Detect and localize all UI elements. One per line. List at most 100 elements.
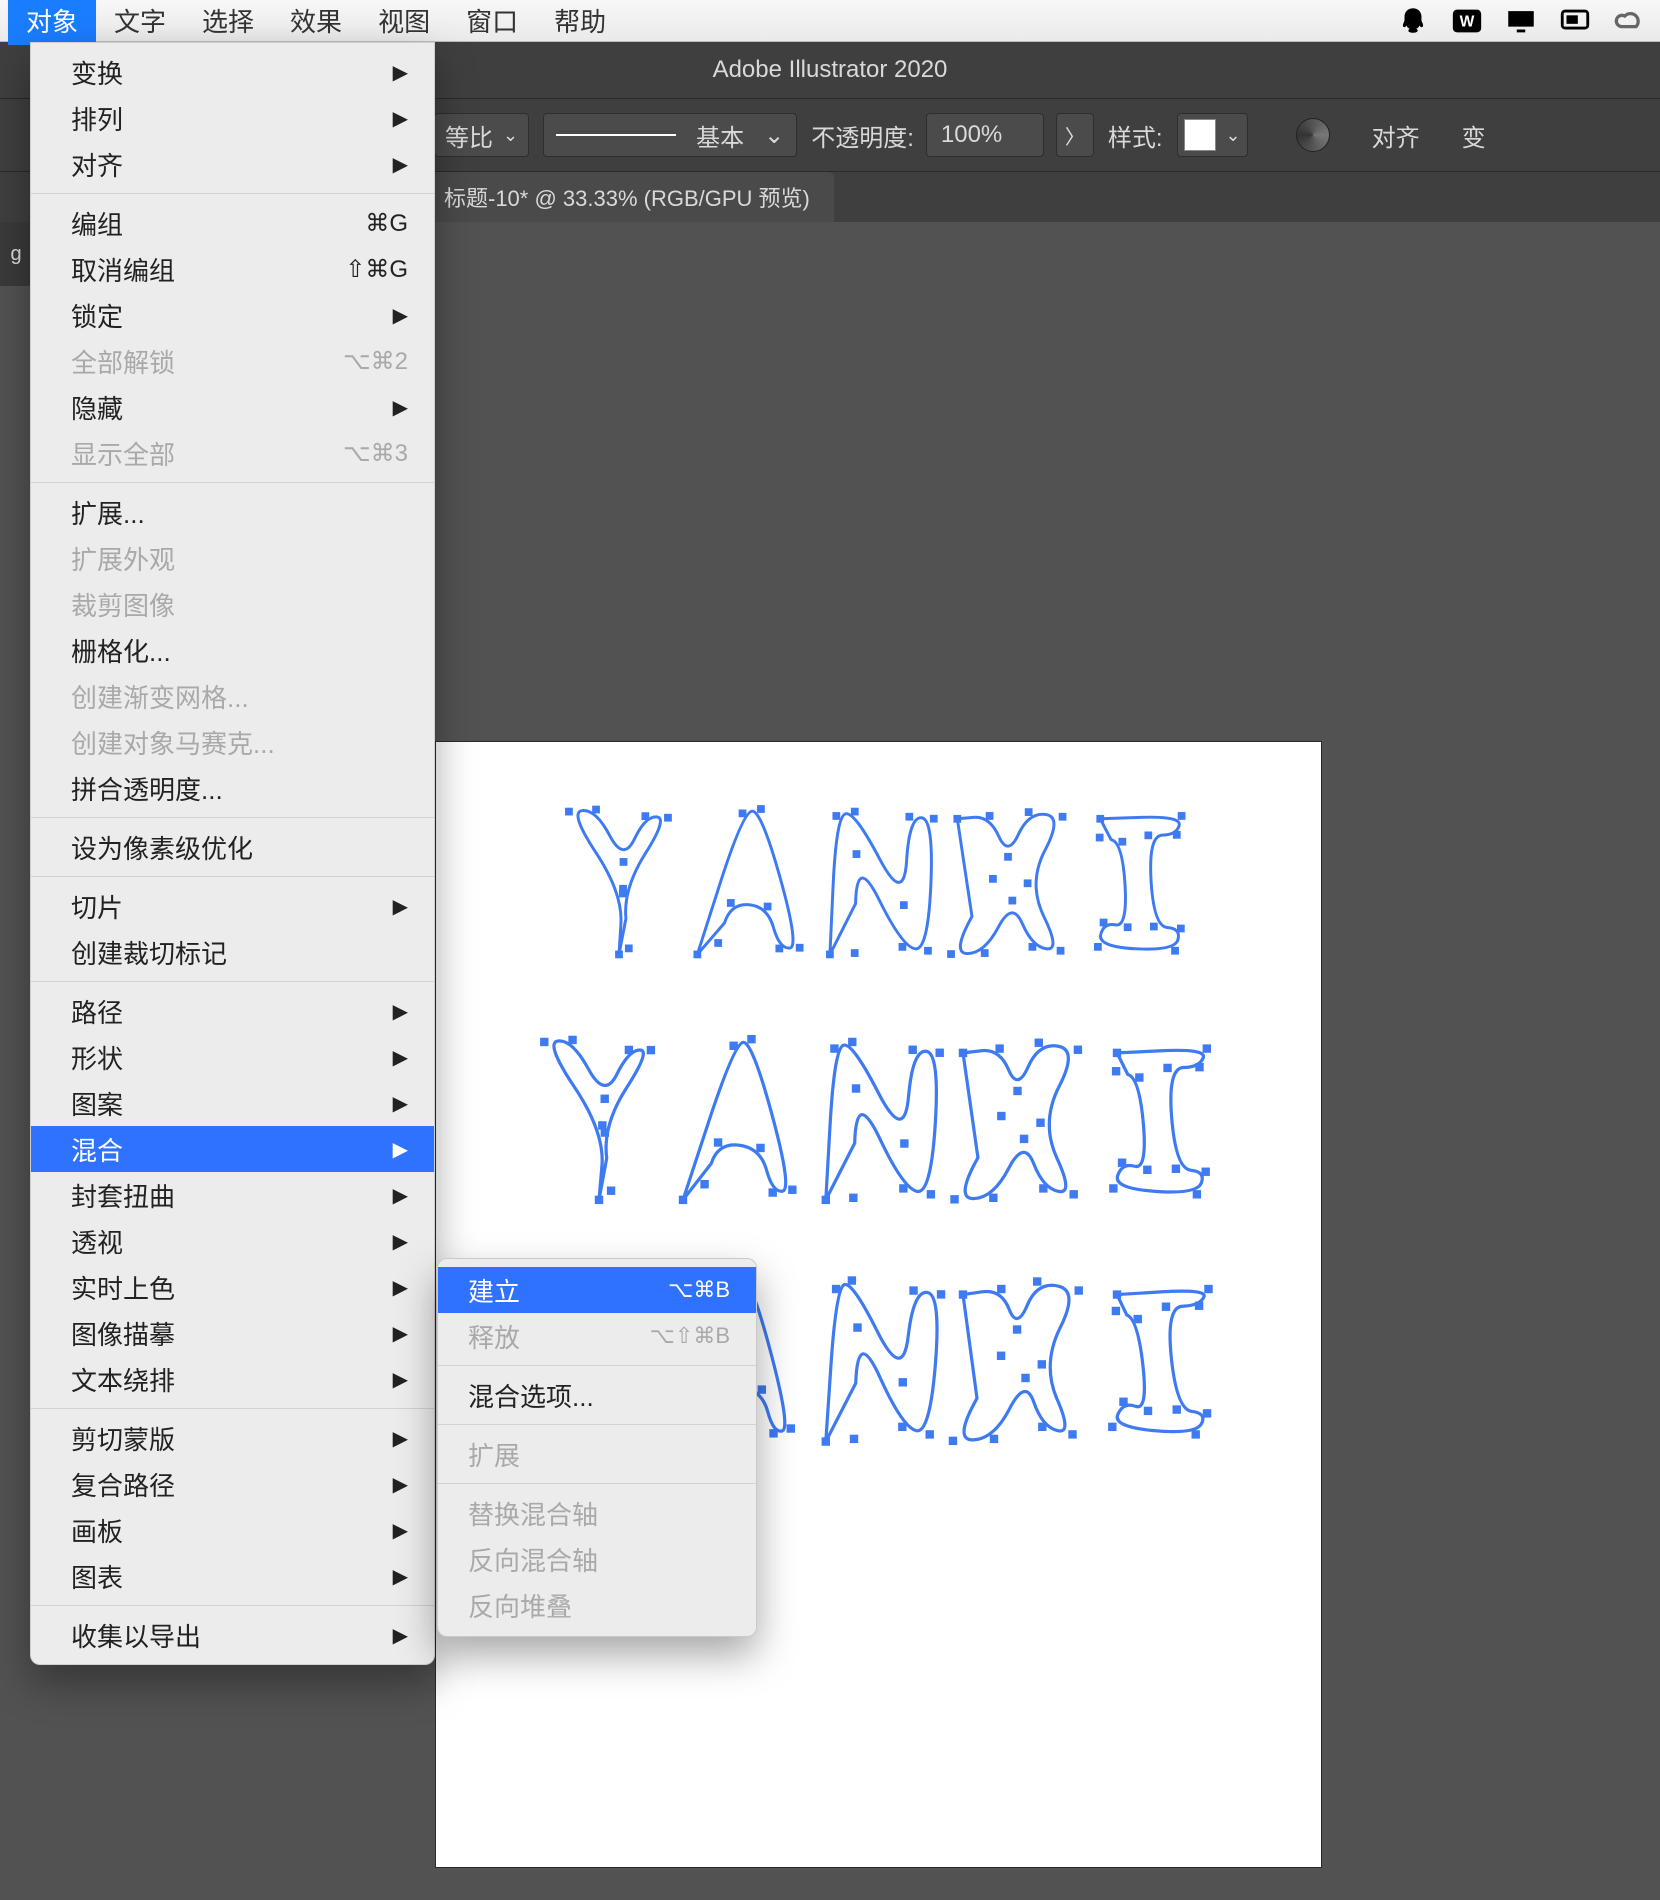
menu-item-label: 排列 <box>71 100 123 137</box>
menu-item-实时上色[interactable]: 实时上色▶ <box>31 1264 434 1310</box>
menu-item-label: 扩展外观 <box>71 540 175 577</box>
monitor-icon[interactable] <box>1504 7 1538 35</box>
submenu-item-label: 反向混合轴 <box>468 1541 598 1578</box>
menubar-item-object[interactable]: 对象 <box>8 0 96 45</box>
artwork-letter-I[interactable] <box>1074 802 1204 957</box>
menu-item-label: 全部解锁 <box>71 343 175 380</box>
menu-item-收集以导出[interactable]: 收集以导出▶ <box>31 1612 434 1658</box>
menu-item-label: 图像描摹 <box>71 1315 175 1352</box>
artwork-letter-X[interactable] <box>949 1272 1089 1442</box>
submenu-arrow-icon: ▶ <box>393 1229 408 1254</box>
submenu-item-混合选项...[interactable]: 混合选项... <box>438 1372 756 1418</box>
chevron-down-icon: ⌄ <box>764 121 784 150</box>
menu-item-裁剪图像: 裁剪图像 <box>31 581 434 627</box>
menu-item-路径[interactable]: 路径▶ <box>31 988 434 1034</box>
menu-item-label: 对齐 <box>71 146 123 183</box>
shortcut-label: ⌥⌘3 <box>343 439 408 468</box>
menu-item-label: 路径 <box>71 993 123 1030</box>
menu-item-图案[interactable]: 图案▶ <box>31 1080 434 1126</box>
style-label: 样式: <box>1108 118 1163 153</box>
submenu-arrow-icon: ▶ <box>393 1564 408 1589</box>
menu-item-label: 扩展... <box>71 494 145 531</box>
menu-item-锁定[interactable]: 锁定 ▶ <box>31 292 434 338</box>
menu-item-label: 形状 <box>71 1039 123 1076</box>
menu-item-图表[interactable]: 图表▶ <box>31 1553 434 1599</box>
submenu-arrow-icon: ▶ <box>393 1472 408 1497</box>
wps-icon[interactable]: W <box>1450 7 1484 35</box>
recolor-icon[interactable] <box>1296 118 1330 152</box>
object-menu: 变换▶排列▶对齐▶编组⌘G取消编组⇧⌘G锁定▶全部解锁⌥⌘2隐藏▶显示全部⌥⌘3… <box>30 42 435 1665</box>
align-label[interactable]: 对齐 <box>1372 118 1420 153</box>
artwork-letter-N[interactable] <box>809 1032 949 1202</box>
submenu-arrow-icon: ▶ <box>393 303 408 328</box>
qq-icon[interactable] <box>1396 7 1430 35</box>
menubar-item-effect[interactable]: 效果 <box>272 0 360 45</box>
menu-item-对齐[interactable]: 对齐▶ <box>31 141 434 187</box>
screen-icon[interactable] <box>1558 7 1592 35</box>
menu-item-label: 图案 <box>71 1085 123 1122</box>
menu-item-label: 混合 <box>71 1131 123 1168</box>
menu-item-创建渐变网格...: 创建渐变网格... <box>31 673 434 719</box>
opacity-input[interactable]: 100% <box>926 113 1044 157</box>
submenu-item-替换混合轴: 替换混合轴 <box>438 1490 756 1536</box>
menu-item-剪切蒙版[interactable]: 剪切蒙版▶ <box>31 1415 434 1461</box>
menu-item-变换[interactable]: 变换▶ <box>31 49 434 95</box>
artwork-letter-X[interactable] <box>949 1032 1089 1202</box>
menu-item-栅格化...[interactable]: 栅格化... <box>31 627 434 673</box>
menu-item-画板[interactable]: 画板▶ <box>31 1507 434 1553</box>
menubar-item-help[interactable]: 帮助 <box>536 0 624 45</box>
menu-item-编组[interactable]: 编组⌘G <box>31 200 434 246</box>
menu-item-扩展...[interactable]: 扩展... <box>31 489 434 535</box>
artwork-letter-X[interactable] <box>944 802 1074 957</box>
menu-item-图像描摹[interactable]: 图像描摹▶ <box>31 1310 434 1356</box>
submenu-arrow-icon: ▶ <box>393 1137 408 1162</box>
menu-item-设为像素级优化[interactable]: 设为像素级优化 <box>31 824 434 870</box>
menu-item-label: 取消编组 <box>71 251 175 288</box>
artwork-letter-I[interactable] <box>1089 1272 1229 1442</box>
menu-item-透视[interactable]: 透视▶ <box>31 1218 434 1264</box>
menubar-item-text[interactable]: 文字 <box>96 0 184 45</box>
submenu-item-label: 扩展 <box>468 1436 520 1473</box>
menu-item-扩展外观: 扩展外观 <box>31 535 434 581</box>
menubar-item-view[interactable]: 视图 <box>360 0 448 45</box>
menubar-item-select[interactable]: 选择 <box>184 0 272 45</box>
menu-item-形状[interactable]: 形状 ▶ <box>31 1034 434 1080</box>
submenu-arrow-icon: ▶ <box>393 1275 408 1300</box>
svg-text:W: W <box>1460 13 1475 30</box>
artwork-letter-I[interactable] <box>1089 1032 1229 1202</box>
menu-item-创建裁切标记[interactable]: 创建裁切标记 <box>31 929 434 975</box>
menu-item-拼合透明度...[interactable]: 拼合透明度... <box>31 765 434 811</box>
submenu-arrow-icon: ▶ <box>393 894 408 919</box>
style-swatch-icon <box>1184 119 1216 151</box>
menu-item-label: 剪切蒙版 <box>71 1420 175 1457</box>
transform-stub[interactable]: 变 <box>1462 118 1486 153</box>
menu-item-封套扭曲[interactable]: 封套扭曲▶ <box>31 1172 434 1218</box>
submenu-item-label: 反向堆叠 <box>468 1587 572 1624</box>
menu-item-label: 创建裁切标记 <box>71 934 227 971</box>
shortcut-label: ⌥⌘B <box>668 1277 730 1303</box>
submenu-item-反向堆叠: 反向堆叠 <box>438 1582 756 1628</box>
submenu-item-label: 替换混合轴 <box>468 1495 598 1532</box>
menu-item-混合[interactable]: 混合 ▶ <box>31 1126 434 1172</box>
submenu-item-label: 释放 <box>468 1318 520 1355</box>
menu-item-隐藏[interactable]: 隐藏▶ <box>31 384 434 430</box>
artwork-letter-N[interactable] <box>814 802 944 957</box>
creative-cloud-icon[interactable] <box>1612 7 1646 35</box>
artwork-letter-N[interactable] <box>809 1272 949 1442</box>
menu-item-复合路径[interactable]: 复合路径▶ <box>31 1461 434 1507</box>
menu-item-切片[interactable]: 切片▶ <box>31 883 434 929</box>
menu-item-文本绕排[interactable]: 文本绕排▶ <box>31 1356 434 1402</box>
menu-item-label: 变换 <box>71 54 123 91</box>
submenu-arrow-icon: ▶ <box>393 1045 408 1070</box>
side-tab[interactable]: g <box>0 222 32 286</box>
opacity-stepper[interactable]: 〉 <box>1056 113 1094 157</box>
menu-item-取消编组[interactable]: 取消编组⇧⌘G <box>31 246 434 292</box>
menu-item-label: 创建对象马赛克... <box>71 724 275 761</box>
submenu-item-扩展: 扩展 <box>438 1431 756 1477</box>
menu-item-label: 拼合透明度... <box>71 770 223 807</box>
menubar-item-window[interactable]: 窗口 <box>448 0 536 45</box>
style-dropdown[interactable]: ⌄ <box>1177 113 1248 157</box>
submenu-item-建立[interactable]: 建立⌥⌘B <box>438 1267 756 1313</box>
menu-item-label: 锁定 <box>71 297 123 334</box>
menu-item-排列[interactable]: 排列▶ <box>31 95 434 141</box>
